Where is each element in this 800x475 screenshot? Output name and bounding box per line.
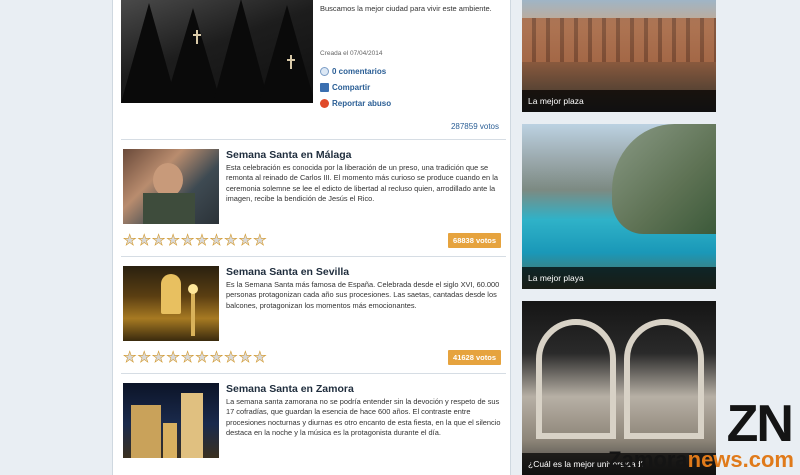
zamoranews-watermark: ZN Zamoranews.com xyxy=(518,394,800,475)
star-icon[interactable]: ★ xyxy=(166,350,180,366)
star-icon[interactable]: ★ xyxy=(181,233,195,249)
star-icon[interactable]: ★ xyxy=(123,350,137,366)
entry-image[interactable] xyxy=(123,266,219,341)
share-icon xyxy=(320,83,329,92)
list-item: Semana Santa en Sevilla Es la Semana San… xyxy=(123,266,501,378)
star-icon[interactable]: ★ xyxy=(238,350,252,366)
votes-badge: 68838 votos xyxy=(448,233,501,248)
divider xyxy=(121,139,506,140)
sidebar-card-plaza[interactable]: La mejor plaza xyxy=(522,0,716,112)
entry-description: La semana santa zamorana no se podría en… xyxy=(226,397,501,437)
star-icon[interactable]: ★ xyxy=(253,233,267,249)
entry-description: Es la Semana Santa más famosa de España.… xyxy=(226,280,500,310)
entry-description: Esta celebración es conocida por la libe… xyxy=(226,163,498,203)
top-entry-image[interactable] xyxy=(121,0,313,103)
results-column: Buscamos la mejor ciudad para vivir este… xyxy=(112,0,511,475)
star-icon[interactable]: ★ xyxy=(209,350,223,366)
entry-title[interactable]: Semana Santa en Zamora xyxy=(226,383,354,395)
star-rating[interactable]: ★ ★ ★ ★ ★ ★ ★ ★ ★ ★ xyxy=(123,350,267,366)
comments-link[interactable]: 0 comentarios xyxy=(320,67,386,76)
list-item: Semana Santa en Málaga Esta celebración … xyxy=(123,149,501,261)
zamoranews-wordmark: Zamoranews.com xyxy=(608,447,794,472)
star-icon[interactable]: ★ xyxy=(166,233,180,249)
zn-logo: ZN xyxy=(726,395,794,453)
star-icon[interactable]: ★ xyxy=(195,350,209,366)
sidebar-card-label[interactable]: La mejor plaza xyxy=(522,90,716,112)
entry-image[interactable] xyxy=(123,383,219,458)
star-icon[interactable]: ★ xyxy=(224,350,238,366)
star-icon[interactable]: ★ xyxy=(195,233,209,249)
star-icon[interactable]: ★ xyxy=(224,233,238,249)
star-icon[interactable]: ★ xyxy=(238,233,252,249)
share-link[interactable]: Compartir xyxy=(320,83,370,92)
entry-image[interactable] xyxy=(123,149,219,224)
divider xyxy=(121,256,506,257)
sidebar-card-label[interactable]: La mejor playa xyxy=(522,267,716,289)
report-icon xyxy=(320,99,329,108)
star-icon[interactable]: ★ xyxy=(123,233,137,249)
top-entry-description: Buscamos la mejor ciudad para vivir este… xyxy=(320,4,492,13)
votes-badge: 41628 votos xyxy=(448,350,501,365)
entry-title[interactable]: Semana Santa en Sevilla xyxy=(226,266,349,278)
star-icon[interactable]: ★ xyxy=(181,350,195,366)
top-entry: Buscamos la mejor ciudad para vivir este… xyxy=(121,0,506,138)
star-icon[interactable]: ★ xyxy=(152,233,166,249)
star-icon[interactable]: ★ xyxy=(137,233,151,249)
star-icon[interactable]: ★ xyxy=(209,233,223,249)
entry-title[interactable]: Semana Santa en Málaga xyxy=(226,149,351,161)
divider xyxy=(121,373,506,374)
list-item: Semana Santa en Zamora La semana santa z… xyxy=(123,383,501,475)
vote-count: 287859 votos xyxy=(450,122,499,131)
star-icon[interactable]: ★ xyxy=(253,350,267,366)
comment-icon xyxy=(320,67,329,76)
star-icon[interactable]: ★ xyxy=(152,350,166,366)
star-icon[interactable]: ★ xyxy=(137,350,151,366)
report-abuse-link[interactable]: Reportar abuso xyxy=(320,99,391,108)
star-rating[interactable]: ★ ★ ★ ★ ★ ★ ★ ★ ★ ★ xyxy=(123,233,267,249)
created-date: Creada el 07/04/2014 xyxy=(320,50,383,57)
sidebar-card-playa[interactable]: La mejor playa xyxy=(522,124,716,289)
